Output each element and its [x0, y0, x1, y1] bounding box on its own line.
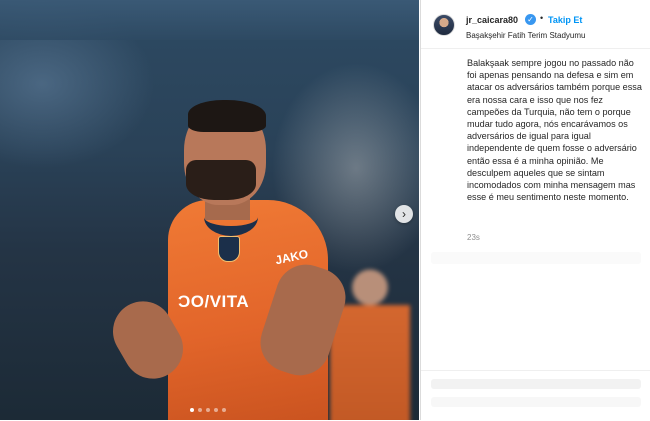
player-hair: [188, 100, 266, 132]
location-link[interactable]: Başakşehir Fatih Terim Stadyumu: [466, 31, 585, 40]
post-caption: Balakşaak sempre jogou no passado não fo…: [467, 58, 642, 203]
carousel-dot: [190, 408, 194, 412]
comment-area: [421, 370, 650, 421]
comment-placeholder: [431, 252, 641, 264]
post-header: jr_caicara80 ✓ • Takip Et Başakşehir Fat…: [421, 0, 650, 49]
chevron-right-icon: ›: [402, 207, 406, 221]
carousel-dot: [198, 408, 202, 412]
stadium-stands: [0, 0, 419, 40]
carousel-dots: [190, 408, 226, 412]
post-timestamp: 23s: [467, 233, 480, 242]
carousel-dot: [222, 408, 226, 412]
carousel-dot: [214, 408, 218, 412]
verified-badge-icon: ✓: [525, 14, 536, 25]
post-photo: JAKO ƆO/VITA ›: [0, 0, 419, 420]
post-side-panel: jr_caicara80 ✓ • Takip Et Başakşehir Fat…: [420, 0, 650, 420]
club-crest: [218, 236, 240, 262]
header-separator: •: [540, 13, 544, 23]
follow-button[interactable]: Takip Et: [548, 15, 582, 25]
player-beard: [186, 160, 256, 200]
avatar[interactable]: [433, 14, 455, 36]
comment-placeholder: [431, 379, 641, 389]
username-link[interactable]: jr_caicara80: [466, 15, 518, 25]
jersey-collar: [204, 198, 258, 236]
carousel-next-button[interactable]: ›: [395, 205, 413, 223]
comment-placeholder: [431, 397, 641, 407]
jersey-sponsor: ƆO/VITA: [178, 292, 250, 311]
carousel-dot: [206, 408, 210, 412]
